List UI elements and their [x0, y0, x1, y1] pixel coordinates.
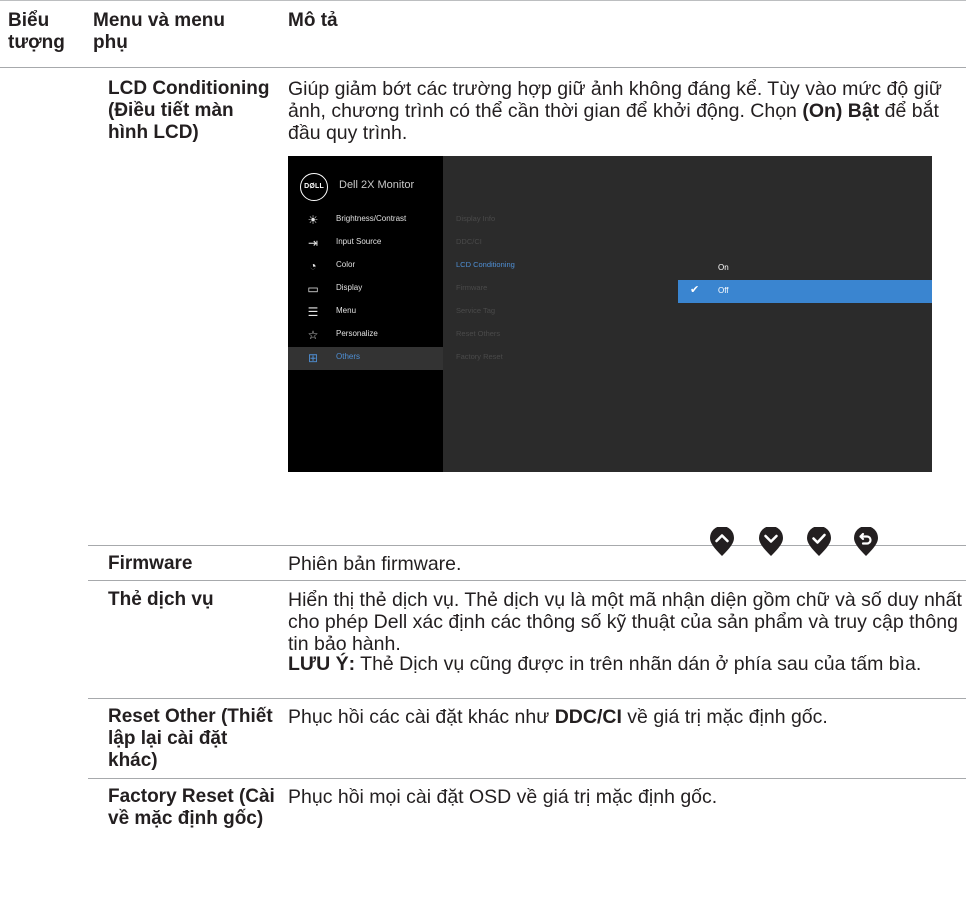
osd-item-label: Brightness/Contrast [336, 214, 407, 223]
input-source-icon: ⇥ [307, 236, 319, 250]
lcd-conditioning-name: LCD Conditioning (Điều tiết màn hình LCD… [108, 78, 270, 143]
row-rule [88, 698, 966, 699]
reset-desc-text: Phục hồi các cài đặt khác như [288, 706, 555, 728]
header-rule [0, 67, 966, 68]
note-label: LƯU Ý: [288, 653, 356, 675]
lcd-conditioning-description: Giúp giảm bớt các trường hợp giữ ảnh khô… [288, 78, 966, 144]
display-icon: ▭ [307, 282, 319, 296]
osd-option-off[interactable]: ✔ Off [678, 280, 932, 303]
osd-submenu-ddc-ci[interactable]: DDC/CI [456, 237, 482, 246]
factory-reset-name: Factory Reset (Cài về mặc định gốc) [108, 786, 275, 829]
factory-reset-description: Phục hồi mọi cài đặt OSD về giá trị mặc … [288, 786, 718, 808]
osd-submenu-display-info[interactable]: Display Info [456, 214, 495, 223]
osd-item-label: Color [336, 260, 356, 269]
osd-item-display[interactable]: ▭ Display [288, 278, 443, 301]
osd-item-color[interactable]: ◔ Color [288, 255, 443, 278]
color-icon: ◔ [309, 259, 317, 273]
osd-menu-screenshot: DØLL Dell 2X Monitor ☀ Brightness/Contra… [288, 156, 932, 472]
header-menu-column: Menu và menu phụ [93, 10, 225, 53]
osd-item-label: Input Source [336, 237, 382, 246]
brightness-icon: ☀ [307, 213, 319, 227]
osd-item-personalize[interactable]: ☆ Personalize [288, 324, 443, 347]
row-rule [88, 580, 966, 581]
row-rule [88, 778, 966, 779]
reset-other-name: Reset Other (Thiết lập lại cài đặt khác) [108, 706, 273, 771]
osd-item-label: Others [336, 352, 361, 361]
osd-item-others[interactable]: ⊞ Others [288, 347, 443, 370]
service-tag-description: Hiển thị thẻ dịch vụ. Thẻ dịch vụ là một… [288, 589, 962, 655]
check-icon: ✔ [690, 284, 700, 296]
service-tag-note: LƯU Ý: Thẻ Dịch vụ cũng được in trên nhã… [288, 653, 964, 675]
star-icon: ☆ [307, 328, 319, 342]
reset-desc-bold: DDC/CI [554, 706, 622, 728]
osd-item-menu[interactable]: ☰ Menu [288, 301, 443, 324]
osd-option-on[interactable]: On [678, 257, 932, 280]
service-tag-name: Thẻ dịch vụ [108, 589, 214, 610]
osd-item-label: Menu [336, 306, 357, 315]
dell-logo: DØLL [300, 173, 328, 201]
firmware-name: Firmware [108, 553, 193, 574]
osd-option-label: On [718, 263, 729, 272]
header-description-column: Mô tả [288, 10, 338, 31]
lcd-desc-bold: (On) Bật [802, 100, 880, 122]
osd-submenu-reset-others[interactable]: Reset Others [456, 329, 500, 338]
note-text: Thẻ Dịch vụ cũng được in trên nhãn dán ở… [355, 653, 922, 675]
osd-main-menu: DØLL Dell 2X Monitor ☀ Brightness/Contra… [288, 156, 443, 472]
osd-item-brightness-contrast[interactable]: ☀ Brightness/Contrast [288, 209, 443, 232]
reset-other-description: Phục hồi các cài đặt khác như DDC/CI về … [288, 706, 964, 728]
others-icon: ⊞ [307, 351, 319, 365]
firmware-description: Phiên bản firmware. [288, 553, 462, 575]
osd-submenu-factory-reset[interactable]: Factory Reset [456, 352, 503, 361]
osd-item-label: Display [336, 283, 363, 292]
menu-icon: ☰ [307, 305, 319, 319]
osd-item-input-source[interactable]: ⇥ Input Source [288, 232, 443, 255]
osd-submenu-service-tag[interactable]: Service Tag [456, 306, 495, 315]
osd-item-label: Personalize [336, 329, 378, 338]
row-rule [88, 545, 966, 546]
osd-option-label: Off [718, 286, 729, 295]
reset-desc-text-end: về giá trị mặc định gốc. [621, 706, 828, 728]
osd-submenu-firmware[interactable]: Firmware [456, 283, 487, 292]
osd-submenu-lcd-conditioning[interactable]: LCD Conditioning [456, 260, 515, 269]
osd-title: Dell 2X Monitor [339, 179, 415, 191]
header-icon-column: Biểu tượng [8, 10, 65, 53]
table-top-rule [0, 0, 966, 1]
